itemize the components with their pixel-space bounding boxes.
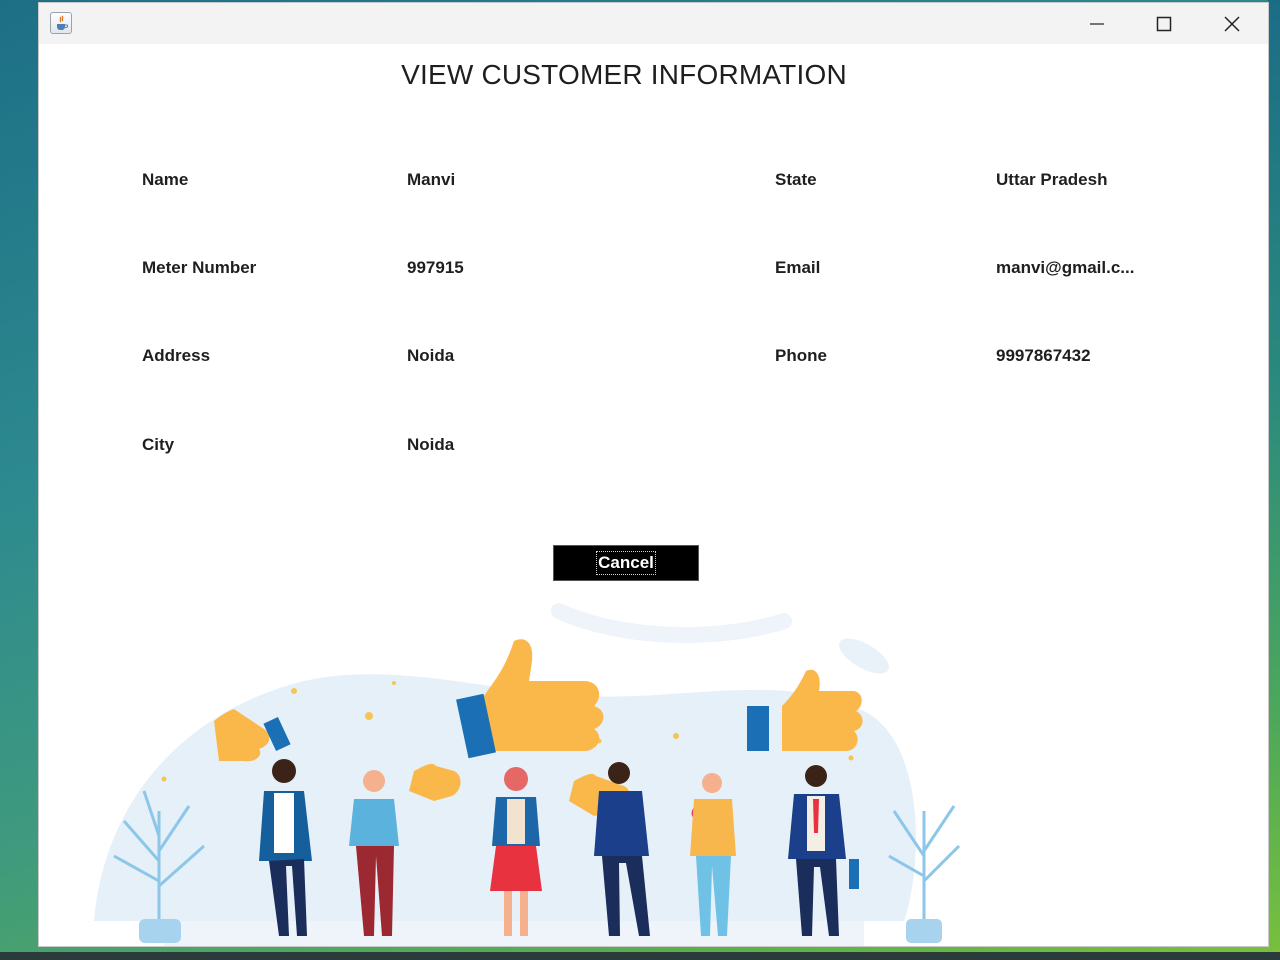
meter-number-label: Meter Number — [142, 258, 257, 277]
city-value: Noida — [407, 435, 455, 454]
state-value: Uttar Pradesh — [996, 170, 1108, 189]
title-bar[interactable] — [39, 3, 1268, 44]
name-value: Manvi — [407, 170, 456, 189]
taskbar-edge — [0, 952, 1280, 960]
state-label: State — [775, 170, 817, 189]
minimize-icon — [1090, 22, 1104, 25]
email-label: Email — [775, 258, 821, 277]
close-button[interactable] — [1199, 3, 1265, 44]
java-cup-icon[interactable] — [50, 12, 72, 34]
close-icon — [1224, 15, 1240, 32]
celebration-illustration — [94, 603, 961, 946]
name-label: Name — [142, 170, 189, 189]
customer-info-window: VIEW CUSTOMER INFORMATION Name Manvi Sta… — [39, 3, 1268, 946]
meter-number-value: 997915 — [407, 258, 464, 277]
cancel-button-label: Cancel — [596, 551, 656, 575]
maximize-icon — [1156, 16, 1172, 31]
desktop-background — [1268, 0, 1280, 960]
cancel-button[interactable]: Cancel — [553, 545, 699, 581]
address-label: Address — [142, 346, 211, 365]
city-label: City — [142, 435, 175, 454]
email-value: manvi@gmail.c... — [996, 258, 1135, 277]
page-title: VIEW CUSTOMER INFORMATION — [401, 59, 847, 90]
phone-label: Phone — [775, 346, 827, 365]
minimize-button[interactable] — [1064, 3, 1130, 44]
maximize-button[interactable] — [1131, 3, 1197, 44]
address-value: Noida — [407, 346, 455, 365]
phone-value: 9997867432 — [996, 346, 1091, 365]
